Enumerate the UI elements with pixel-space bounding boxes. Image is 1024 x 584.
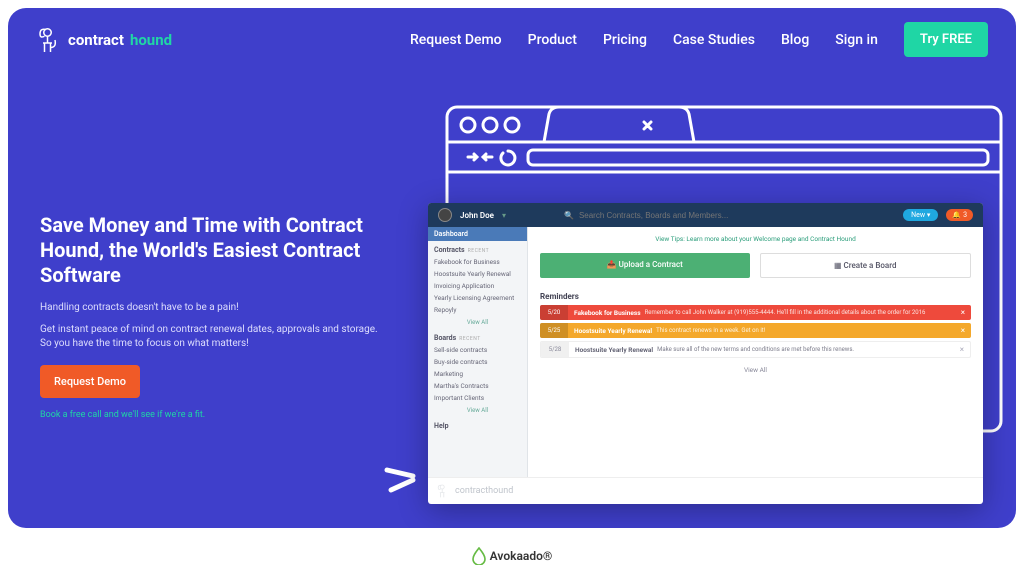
close-icon[interactable]: ×	[955, 326, 971, 335]
sidebar-viewall[interactable]: View All	[428, 404, 527, 417]
reminder-date: 5/25	[540, 323, 568, 338]
arrow-sketch-icon	[383, 456, 425, 502]
view-tips-link[interactable]: View Tips: Learn more about your Welcome…	[540, 235, 971, 243]
hound-icon	[36, 25, 62, 55]
droplet-icon	[472, 547, 486, 565]
sidebar-item[interactable]: Hoostsuite Yearly Renewal	[428, 268, 527, 280]
sidebar-boards-head[interactable]: BoardsRECENT	[428, 329, 527, 344]
sidebar-item[interactable]: Marketing	[428, 368, 527, 380]
search-input[interactable]	[579, 211, 779, 220]
app-sidebar: Dashboard ContractsRECENT Fakebook for B…	[428, 227, 528, 477]
sidebar-contracts-head[interactable]: ContractsRECENT	[428, 241, 527, 256]
reminder-name: Fakebook for Business	[568, 309, 645, 317]
nav-links: Request Demo Product Pricing Case Studie…	[410, 22, 988, 57]
search-bar[interactable]: 🔍	[564, 211, 895, 220]
sidebar-item[interactable]: Important Clients	[428, 392, 527, 404]
sidebar-item[interactable]: Yearly Licensing Agreement	[428, 292, 527, 304]
nav-blog[interactable]: Blog	[781, 32, 809, 48]
brand-text-2: hound	[130, 31, 172, 49]
request-demo-button[interactable]: Request Demo	[40, 365, 140, 398]
nav-product[interactable]: Product	[528, 32, 577, 48]
hero-card: contract hound Request Demo Product Prici…	[8, 8, 1016, 528]
try-free-button[interactable]: Try FREE	[904, 22, 988, 57]
reminders-viewall[interactable]: View All	[540, 366, 971, 374]
sidebar-item[interactable]: Buy-side contracts	[428, 356, 527, 368]
avatar[interactable]	[438, 208, 452, 222]
reminder-date: 5/20	[540, 305, 568, 320]
upload-contract-button[interactable]: 📤 Upload a Contract	[540, 253, 750, 278]
search-icon: 🔍	[564, 211, 574, 220]
close-icon[interactable]: ×	[955, 308, 971, 317]
hero-copy: Save Money and Time with Contract Hound,…	[40, 213, 380, 420]
subhead-1: Handling contracts doesn't have to be a …	[40, 302, 380, 313]
close-icon[interactable]: ×	[954, 345, 970, 354]
reminder-name: Hoostsuite Yearly Renewal	[568, 327, 656, 335]
create-board-button[interactable]: ▦ Create a Board	[760, 253, 972, 278]
user-name: John Doe	[460, 211, 494, 220]
sidebar-item[interactable]: Invoicing Application	[428, 280, 527, 292]
brand-text-1: contract	[68, 31, 124, 49]
sidebar-item[interactable]: Sell-side contracts	[428, 344, 527, 356]
reminder-desc: Make sure all of the new terms and condi…	[657, 346, 954, 353]
reminder-name: Hoostsuite Yearly Renewal	[569, 346, 657, 354]
subhead-2: Get instant peace of mind on contract re…	[40, 323, 380, 351]
sidebar-dashboard[interactable]: Dashboard	[428, 227, 527, 241]
page-footer: Avokaado®	[0, 536, 1024, 576]
reminder-row[interactable]: 5/25 Hoostsuite Yearly Renewal This cont…	[540, 323, 971, 338]
nav-pricing[interactable]: Pricing	[603, 32, 647, 48]
reminder-desc: This contract renews in a week. Get on i…	[656, 327, 955, 334]
top-nav: contract hound Request Demo Product Prici…	[8, 8, 1016, 57]
app-header: John Doe ▾ 🔍 New ▾ 🔔 3	[428, 203, 983, 227]
book-call-link[interactable]: Book a free call and we'll see if we're …	[40, 410, 380, 420]
notification-button[interactable]: 🔔 3	[946, 209, 973, 221]
reminder-row[interactable]: 5/20 Fakebook for Business Remember to c…	[540, 305, 971, 320]
chevron-down-icon[interactable]: ▾	[502, 211, 506, 220]
sidebar-item[interactable]: Fakebook for Business	[428, 256, 527, 268]
brand-logo[interactable]: contract hound	[36, 25, 172, 55]
sidebar-item[interactable]: Martha's Contracts	[428, 380, 527, 392]
app-preview: John Doe ▾ 🔍 New ▾ 🔔 3 Dashboard Contrac…	[428, 203, 983, 504]
reminder-date: 5/28	[541, 342, 569, 357]
reminder-row[interactable]: 5/28 Hoostsuite Yearly Renewal Make sure…	[540, 341, 971, 358]
app-footer-logo: contracthound	[428, 477, 983, 504]
new-button[interactable]: New ▾	[903, 209, 938, 221]
avokaado-logo[interactable]: Avokaado®	[472, 547, 553, 565]
nav-sign-in[interactable]: Sign in	[835, 32, 878, 48]
sidebar-item[interactable]: Repoyly	[428, 304, 527, 316]
app-main: View Tips: Learn more about your Welcome…	[528, 227, 983, 477]
nav-case-studies[interactable]: Case Studies	[673, 32, 755, 48]
sidebar-viewall[interactable]: View All	[428, 316, 527, 329]
nav-request-demo[interactable]: Request Demo	[410, 32, 502, 48]
reminders-title: Reminders	[540, 292, 971, 301]
reminder-desc: Remember to call John Walker at (919)555…	[645, 309, 955, 316]
sidebar-help[interactable]: Help	[428, 417, 527, 432]
headline: Save Money and Time with Contract Hound,…	[40, 213, 380, 288]
hound-icon	[436, 483, 450, 499]
